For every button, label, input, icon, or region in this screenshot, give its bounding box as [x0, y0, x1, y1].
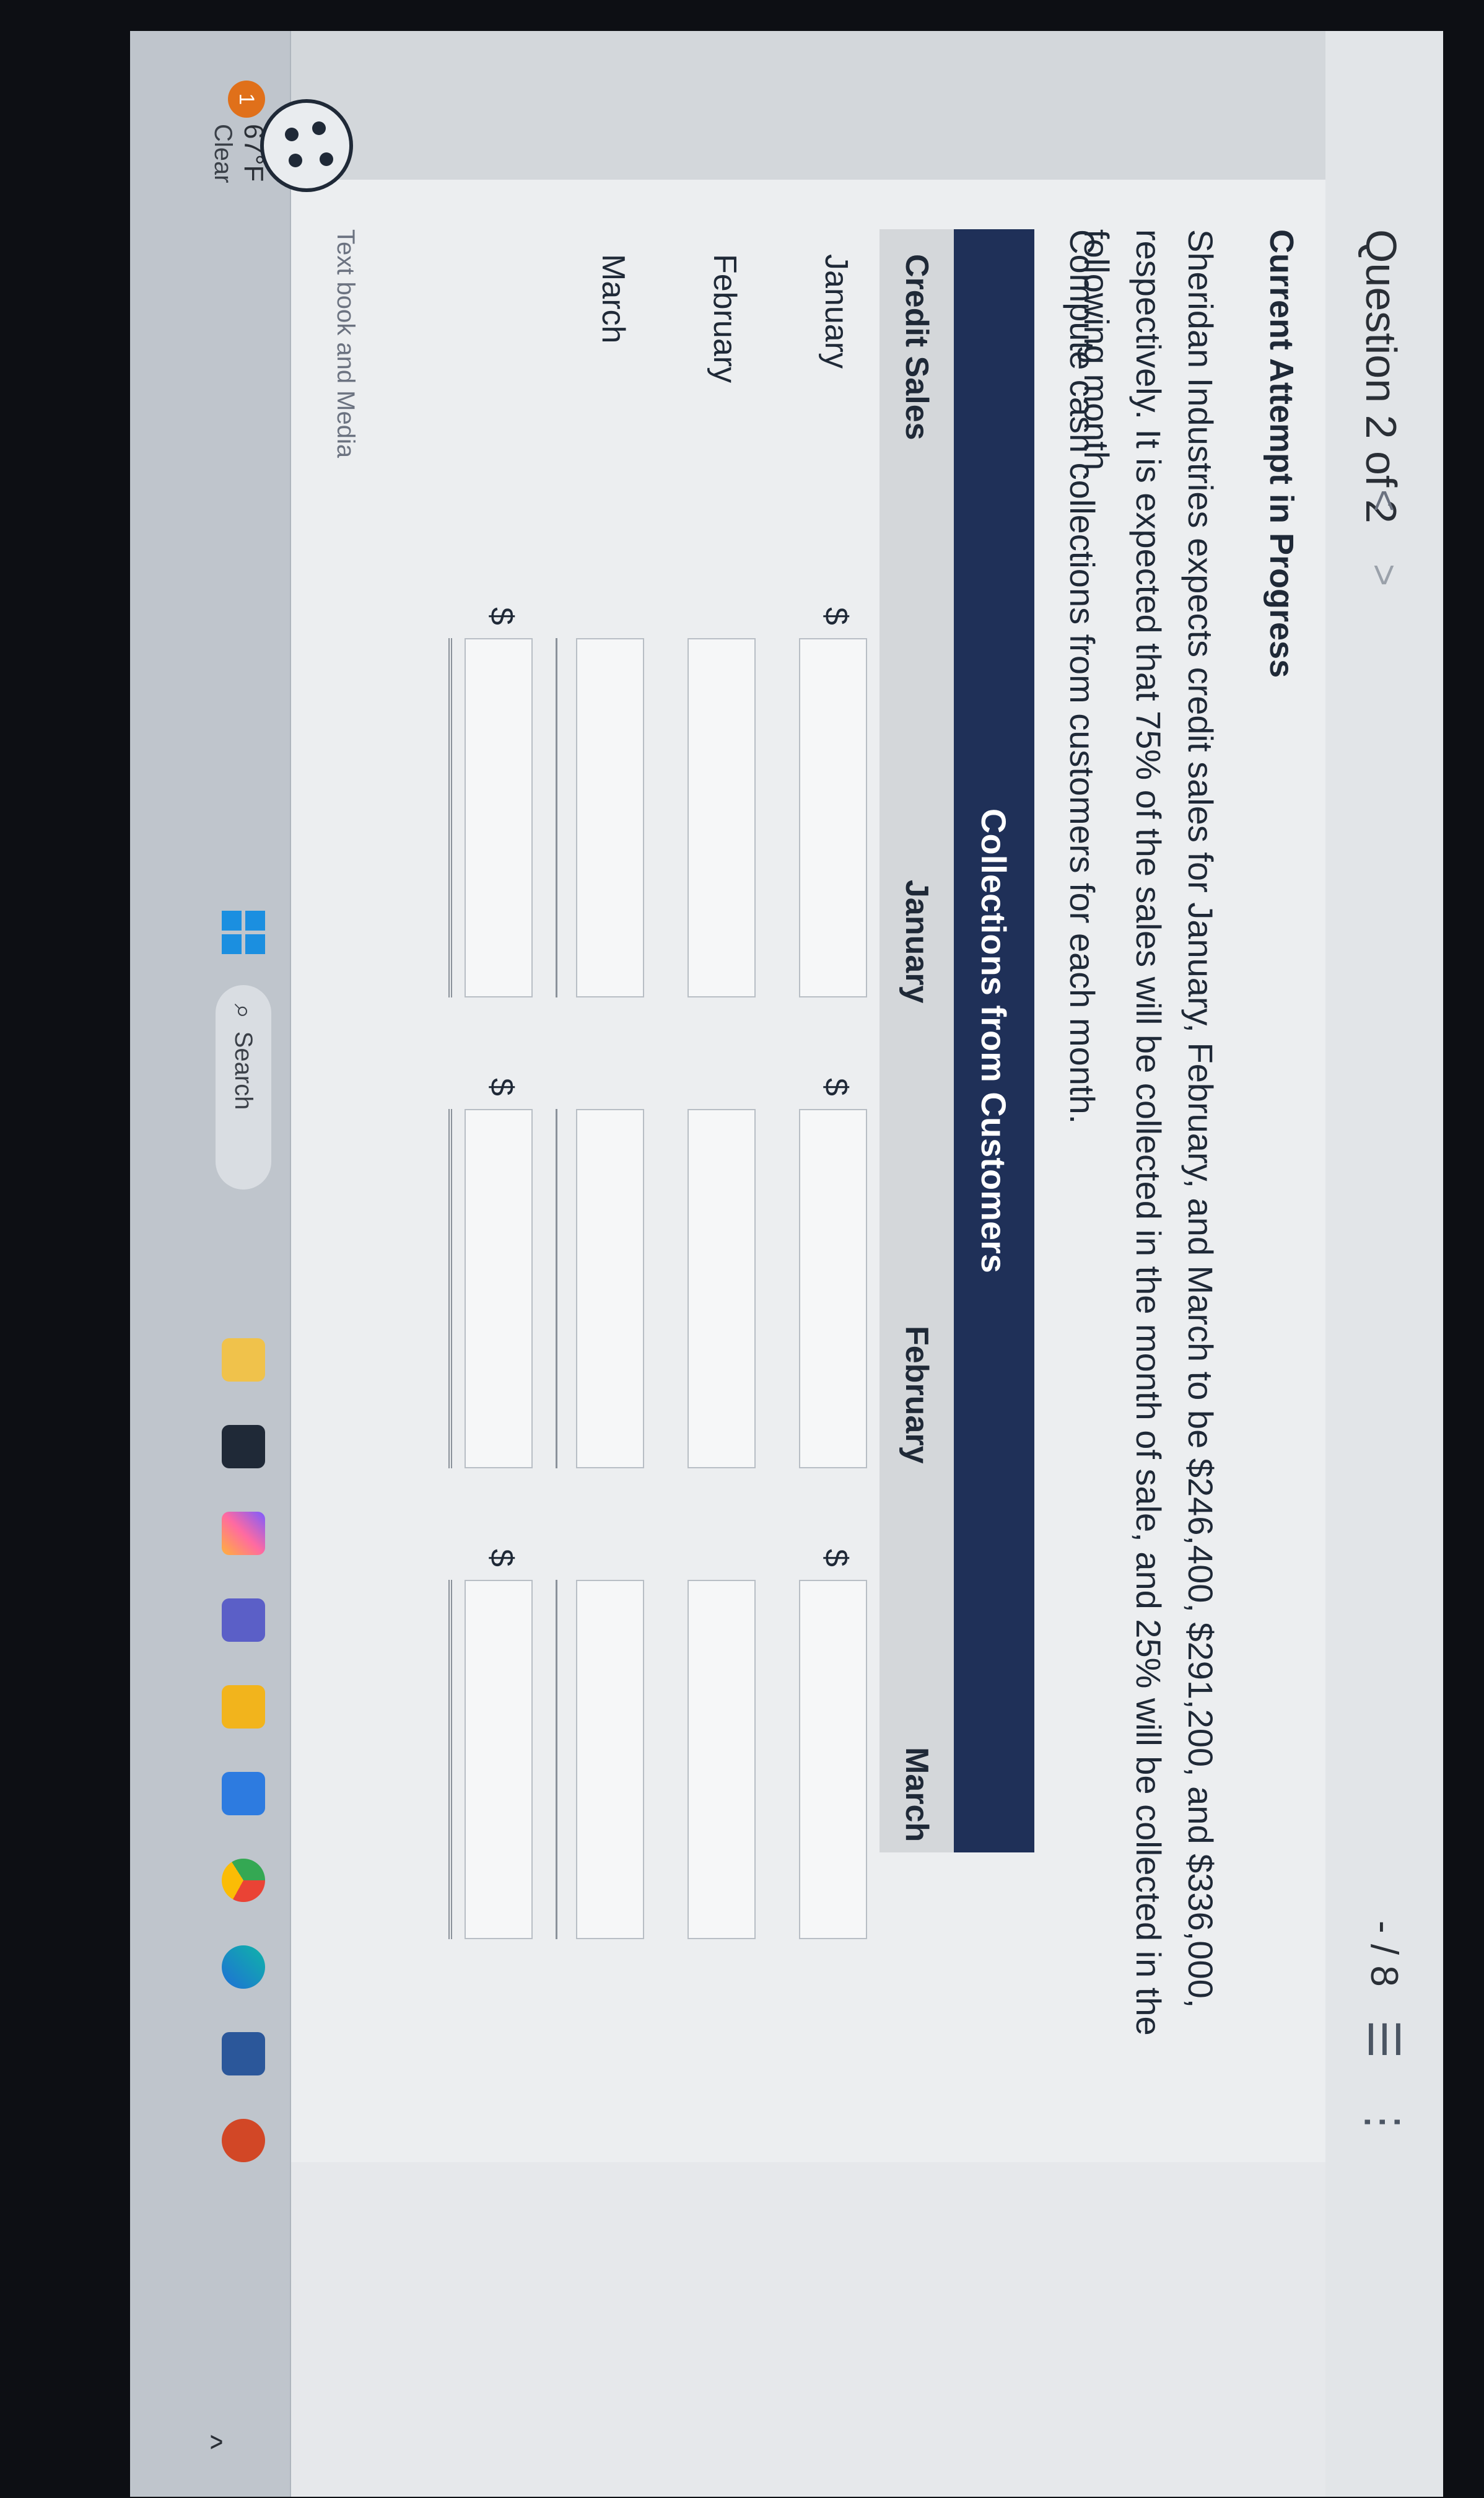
row-label-january: January — [818, 254, 854, 369]
currency-symbol: $ — [818, 1549, 854, 1567]
currency-symbol: $ — [818, 1078, 854, 1096]
chrome-icon[interactable] — [222, 1859, 265, 1902]
teams-icon[interactable] — [222, 1598, 265, 1642]
taskbar-search[interactable]: ⌕ Search — [216, 985, 271, 1190]
edge-icon[interactable] — [222, 1945, 265, 1989]
side-panel — [291, 2162, 1325, 2497]
chevron-up-icon[interactable]: ^ — [193, 2435, 229, 2449]
input-total-mar[interactable] — [465, 1580, 533, 1939]
input-mar-mar[interactable] — [576, 1580, 644, 1939]
header-credit-sales: Credit Sales — [899, 254, 935, 440]
taskbar: 1 67°F Clear ⌕ Search — [130, 31, 291, 2497]
weather-icon: 1 — [228, 81, 265, 118]
total-rule — [556, 1580, 557, 1939]
file-explorer-icon[interactable] — [222, 1685, 265, 1729]
input-total-jan[interactable] — [465, 638, 533, 997]
input-mar-feb[interactable] — [576, 1109, 644, 1468]
header-march: March — [899, 1747, 935, 1843]
search-icon: ⌕ — [229, 1004, 259, 1019]
row-label-february: February — [707, 254, 743, 383]
attachments-link[interactable]: Text book and Media — [331, 229, 359, 539]
currency-symbol: $ — [484, 1078, 520, 1096]
windows-start-icon[interactable] — [222, 911, 265, 954]
collections-table-title: Collections from Customers — [954, 229, 1034, 1852]
input-jan-jan[interactable] — [799, 638, 867, 997]
previous-question-button[interactable]: < — [1362, 489, 1406, 512]
palette-icon[interactable] — [260, 99, 353, 192]
double-underline — [448, 1580, 452, 1939]
header-february: February — [899, 1326, 935, 1464]
total-rule — [556, 638, 557, 997]
weather-condition: Clear — [209, 124, 237, 183]
next-question-button[interactable]: > — [1362, 564, 1406, 586]
header-january: January — [899, 880, 935, 1004]
input-feb-mar[interactable] — [687, 1580, 756, 1939]
score-indicator: - / 8 — [1363, 1921, 1405, 1987]
question-card: Current Attempt in Progress Sheridan Ind… — [291, 180, 1325, 2162]
attempt-status: Current Attempt in Progress — [1263, 229, 1300, 678]
total-rule — [556, 1109, 557, 1468]
teams-icon[interactable] — [222, 1425, 265, 1468]
currency-symbol: $ — [818, 607, 854, 625]
question-nav-bar: Question 2 of 2 < > - / 8 ☰ ⋮ — [1325, 31, 1443, 2497]
search-label: Search — [230, 1031, 258, 1110]
row-label-march: March — [595, 254, 631, 344]
currency-symbol: $ — [484, 1549, 520, 1567]
file-explorer-icon[interactable] — [222, 1338, 265, 1382]
weather-widget[interactable]: 1 67°F Clear — [147, 81, 271, 217]
input-jan-mar[interactable] — [799, 1580, 867, 1939]
currency-symbol: $ — [484, 607, 520, 625]
word-icon[interactable] — [222, 2032, 265, 2075]
question-list-icon[interactable]: ☰ — [1358, 2020, 1409, 2059]
input-feb-feb[interactable] — [687, 1109, 756, 1468]
input-mar-jan[interactable] — [576, 638, 644, 997]
instruction-text: Compute cash collections from customers … — [1063, 229, 1102, 1124]
screen: Question 2 of 2 < > - / 8 ☰ ⋮ Current At… — [130, 31, 1443, 2497]
input-feb-jan[interactable] — [687, 638, 756, 997]
question-label: Question 2 of 2 — [1357, 229, 1405, 524]
double-underline — [448, 638, 452, 997]
powerpoint-icon[interactable] — [222, 2119, 265, 2162]
input-total-feb[interactable] — [465, 1109, 533, 1468]
rotated-display: Question 2 of 2 < > - / 8 ☰ ⋮ Current At… — [130, 31, 1443, 2497]
double-underline — [448, 1109, 452, 1468]
store-icon[interactable] — [222, 1772, 265, 1815]
table-column-headers: Credit Sales January February March — [879, 229, 954, 1852]
more-options-icon[interactable]: ⋮ — [1358, 2100, 1409, 2144]
copilot-icon[interactable] — [222, 1512, 265, 1555]
input-jan-feb[interactable] — [799, 1109, 867, 1468]
